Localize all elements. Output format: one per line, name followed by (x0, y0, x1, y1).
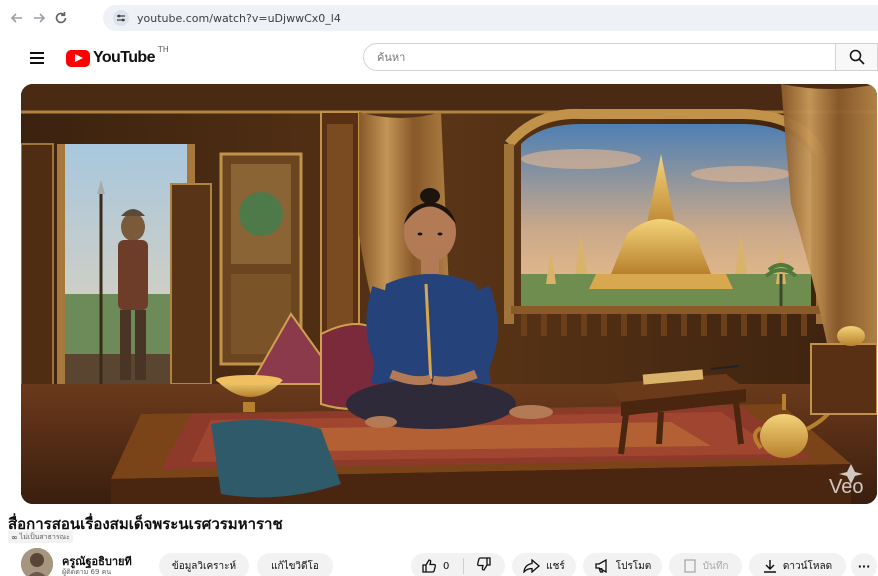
youtube-logo[interactable]: YouTube TH (66, 45, 169, 67)
like-dislike-group: 0 (411, 553, 505, 576)
search-box[interactable] (363, 43, 836, 71)
download-button[interactable]: ดาวน์โหลด (749, 553, 846, 576)
country-code: TH (157, 44, 169, 54)
logo-text: YouTube (93, 49, 155, 66)
address-bar[interactable]: youtube.com/watch?v=uDjwwCx0_l4 (103, 5, 878, 31)
analytics-label: ข้อมูลวิเคราะห์ (171, 560, 237, 572)
download-label: ดาวน์โหลด (782, 560, 833, 572)
download-icon (763, 559, 777, 573)
veo-watermark: Veo (829, 476, 863, 498)
share-button[interactable]: แชร์ (512, 553, 576, 576)
share-label: แชร์ (546, 560, 565, 572)
reload-icon[interactable] (50, 7, 72, 29)
save-label: บันทึก (702, 560, 729, 572)
edit-video-label: แก้ไขวิดีโอ (271, 560, 319, 572)
youtube-header: YouTube TH (0, 36, 878, 82)
channel-avatar[interactable] (21, 548, 53, 576)
search-icon (849, 49, 865, 65)
forward-icon[interactable] (28, 7, 50, 29)
megaphone-icon (594, 559, 610, 573)
thumbs-up-icon (421, 558, 437, 574)
share-arrow-icon (523, 559, 541, 573)
analytics-button[interactable]: ข้อมูลวิเคราะห์ (159, 553, 249, 576)
subscriber-count: ผู้ติดตาม 69 คน (62, 568, 112, 576)
back-icon[interactable] (6, 7, 28, 29)
tune-icon[interactable] (113, 10, 129, 26)
more-actions-button[interactable]: ··· (851, 553, 877, 576)
unlisted-link-icon: ∞ (11, 532, 18, 542)
like-button[interactable]: 0 (411, 553, 463, 576)
video-frame: Veo (21, 84, 877, 504)
visibility-badge: ∞ ไม่เป็นสาธารณะ (8, 531, 73, 543)
thumbs-down-icon (476, 556, 492, 576)
like-count: 0 (443, 560, 450, 572)
hamburger-menu-icon[interactable] (30, 52, 44, 64)
search-button[interactable] (836, 43, 878, 71)
search-input[interactable] (377, 50, 835, 64)
promote-label: โปรโมต (615, 560, 652, 572)
browser-toolbar: youtube.com/watch?v=uDjwwCx0_l4 (0, 0, 878, 36)
bookmark-icon (683, 559, 697, 573)
video-player[interactable]: Veo (21, 84, 877, 504)
edit-video-button[interactable]: แก้ไขวิดีโอ (257, 553, 333, 576)
url-text[interactable]: youtube.com/watch?v=uDjwwCx0_l4 (137, 12, 341, 25)
visibility-badge-text: ไม่เป็นสาธารณะ (19, 532, 70, 541)
save-button[interactable]: บันทึก (669, 553, 742, 576)
promote-button[interactable]: โปรโมต (583, 553, 662, 576)
youtube-play-icon (66, 49, 90, 67)
dislike-button[interactable] (464, 553, 504, 576)
more-actions-label: ··· (857, 559, 871, 573)
